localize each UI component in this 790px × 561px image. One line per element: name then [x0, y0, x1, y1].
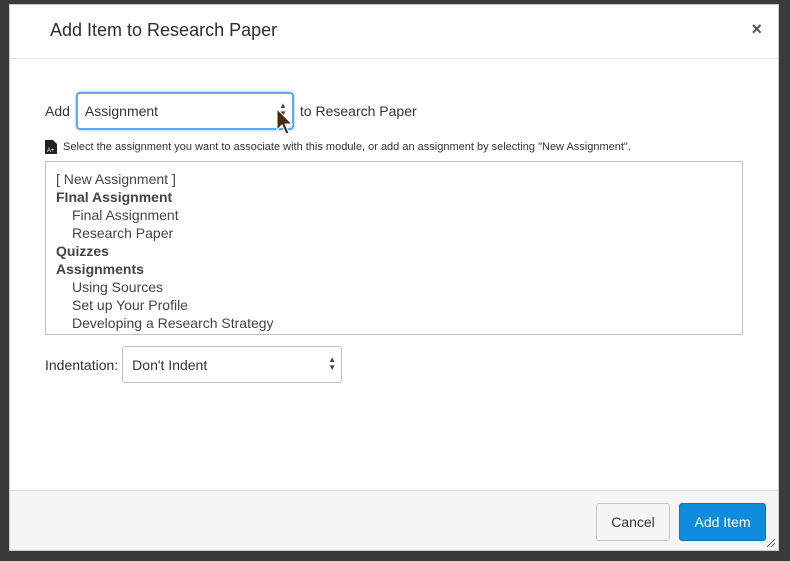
- instruction-text: A+ Select the assignment you want to ass…: [45, 140, 631, 154]
- close-icon[interactable]: ×: [751, 19, 762, 40]
- mouse-pointer-icon: [276, 108, 294, 135]
- list-group-quizzes: Quizzes: [56, 243, 109, 259]
- dialog-footer: Cancel Add Item: [10, 490, 778, 550]
- cancel-button[interactable]: Cancel: [596, 503, 670, 541]
- item-type-select[interactable]: Assignment ▲ ▼: [75, 92, 294, 130]
- list-item[interactable]: Research Paper: [56, 224, 732, 242]
- item-type-value: Assignment: [84, 103, 159, 119]
- dialog-title: Add Item to Research Paper: [50, 20, 278, 40]
- resize-handle-icon[interactable]: [766, 538, 776, 548]
- list-item[interactable]: Using Sources: [56, 278, 732, 296]
- add-item-button[interactable]: Add Item: [679, 503, 766, 541]
- select-arrows-icon: ▲ ▼: [328, 355, 337, 372]
- list-item[interactable]: Set up Your Profile: [56, 296, 732, 314]
- add-suffix-label: to Research Paper: [299, 103, 417, 119]
- list-item-new-assignment[interactable]: [ New Assignment ]: [56, 170, 732, 188]
- document-icon: A+: [45, 140, 57, 154]
- dialog-header: Add Item to Research Paper ×: [10, 5, 778, 59]
- list-group-final-assignment: FInal Assignment: [56, 189, 173, 205]
- assignment-listbox[interactable]: [ New Assignment ] FInal Assignment Fina…: [45, 161, 743, 335]
- instruction-label: Select the assignment you want to associ…: [63, 141, 631, 153]
- indentation-value: Don't Indent: [132, 356, 208, 373]
- add-row: Add Assignment ▲ ▼ to Research Paper: [45, 91, 417, 131]
- list-group-assignments: Assignments: [56, 261, 144, 277]
- list-item[interactable]: Developing a Research Strategy: [56, 314, 732, 332]
- add-prefix-label: Add: [45, 103, 70, 119]
- list-item[interactable]: Final Assignment: [56, 206, 732, 224]
- indentation-select[interactable]: Don't Indent ▲ ▼: [122, 346, 343, 383]
- indentation-label: Indentation:: [45, 356, 119, 373]
- add-item-dialog: Add Item to Research Paper × Add Assignm…: [9, 4, 779, 551]
- indentation-row: Indentation: Don't Indent ▲ ▼: [45, 346, 343, 383]
- svg-text:A+: A+: [47, 148, 55, 154]
